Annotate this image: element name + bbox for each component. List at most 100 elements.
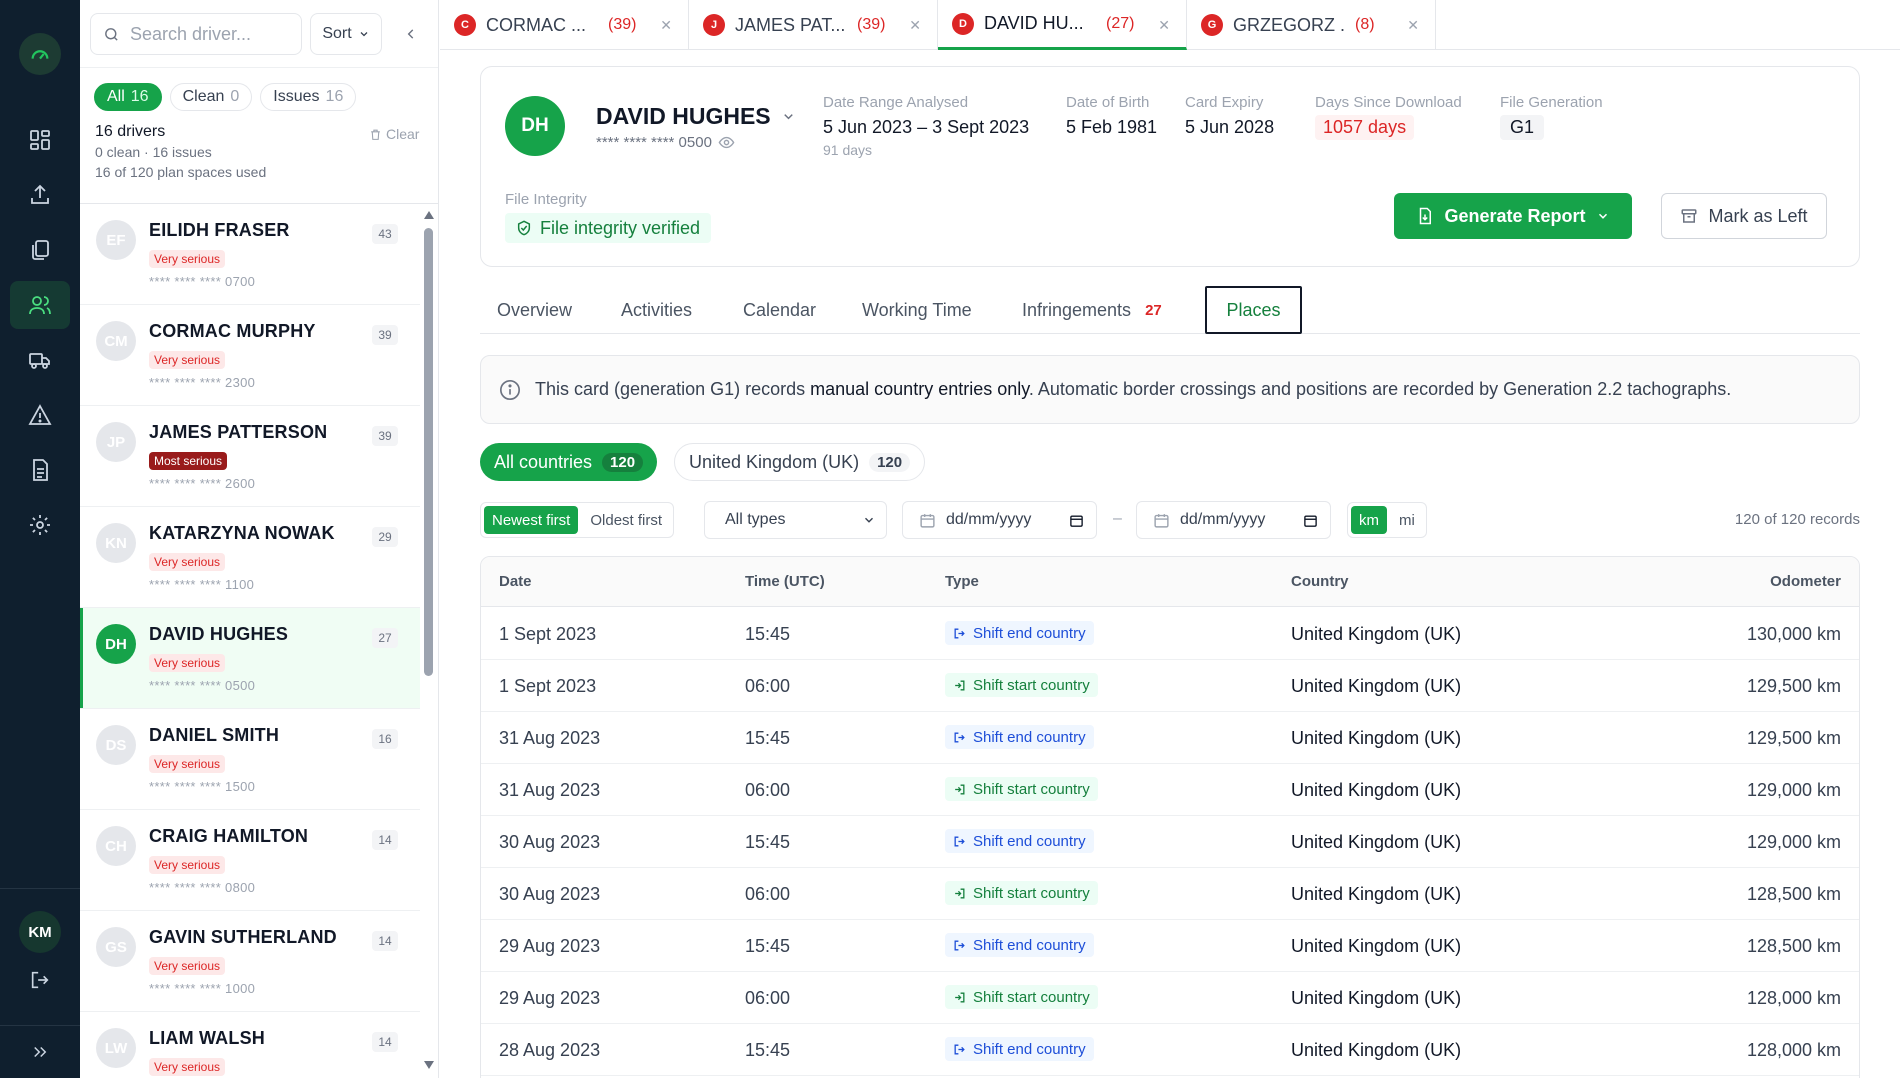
report-icon[interactable] (10, 446, 70, 494)
cell-odometer: 128,500 km (1746, 884, 1841, 904)
scroll-down-arrow[interactable] (422, 1060, 436, 1070)
tab-grzegorz[interactable]: G GRZEGORZ ... (8) ✕ (1187, 0, 1436, 50)
field-value: 5 Feb 1981 (1066, 117, 1158, 137)
logo-icon[interactable] (19, 33, 61, 75)
type-badge: Shift end country (945, 1037, 1094, 1061)
tab-calendar[interactable]: Calendar (743, 286, 816, 334)
cell-date: 29 Aug 2023 (499, 936, 601, 956)
cell-date: 29 Aug 2023 (499, 988, 601, 1008)
chevron-left-icon (407, 29, 414, 39)
tab-overview[interactable]: Overview (497, 286, 572, 334)
driver-row[interactable]: GS GAVIN SUTHERLAND Very serious **** **… (80, 911, 420, 1012)
field-label: Date of Birth (1066, 94, 1150, 111)
search-box[interactable] (90, 13, 302, 55)
card-number: **** **** **** 1100 (149, 577, 255, 592)
drivers-icon[interactable] (10, 281, 70, 329)
mark-as-left-button[interactable]: Mark as Left (1661, 193, 1827, 239)
close-icon[interactable]: ✕ (1158, 17, 1170, 34)
driver-row[interactable]: LW LIAM WALSH Very serious 14 (80, 1012, 420, 1078)
exit-icon (954, 628, 965, 638)
country-count: 120 (869, 452, 911, 472)
table-row[interactable]: 1 Sept 2023 06:00 Shift start country Unite… (481, 660, 1859, 712)
col-odometer[interactable]: Odometer (1770, 573, 1841, 590)
unit-km-option[interactable]: km (1351, 506, 1387, 534)
country-filter-all[interactable]: All countries 120 (480, 443, 658, 481)
table-row[interactable]: 31 Aug 2023 06:00 Shift start country Unite… (481, 764, 1859, 816)
sort-label: Sort (322, 25, 352, 42)
field-label: File Generation (1500, 94, 1603, 111)
tab-places[interactable]: Places (1205, 286, 1302, 334)
col-type[interactable]: Type (945, 573, 979, 590)
calendar-picker-icon[interactable] (1303, 513, 1318, 528)
table-row[interactable]: 1 Sept 2023 15:45 Shift end country United … (481, 608, 1859, 660)
driver-avatar: CH (96, 826, 136, 866)
date-from-input[interactable]: dd/mm/yyyy (902, 501, 1097, 539)
unit-mi-option[interactable]: mi (1391, 506, 1423, 534)
driver-row[interactable]: CH CRAIG HAMILTON Very serious **** ****… (80, 810, 420, 911)
field-value: 5 Jun 2028 (1185, 117, 1275, 137)
cell-country: United Kingdom (UK) (1291, 1040, 1462, 1060)
logout-icon[interactable] (10, 956, 70, 1004)
close-icon[interactable]: ✕ (660, 17, 672, 34)
col-date[interactable]: Date (499, 573, 532, 590)
info-banner: This card (generation G1) records manual… (480, 355, 1860, 424)
filter-all[interactable]: All 16 (94, 83, 162, 111)
files-icon[interactable] (10, 226, 70, 274)
col-country[interactable]: Country (1291, 573, 1349, 590)
settings-icon[interactable] (10, 501, 70, 549)
tab-name: JAMES PAT... (735, 14, 846, 35)
table-row[interactable]: 31 Aug 2023 15:45 Shift end country United … (481, 712, 1859, 764)
date-to-input[interactable]: dd/mm/yyyy (1136, 501, 1331, 539)
collapse-panel-button[interactable] (398, 20, 424, 48)
card-number: **** **** **** 2300 (149, 375, 256, 390)
driver-row-selected[interactable]: DH DAVID HUGHES Very serious **** **** *… (80, 608, 420, 709)
generate-report-button[interactable]: Generate Report (1394, 193, 1632, 239)
driver-row[interactable]: DS DANIEL SMITH Very serious **** **** *… (80, 709, 420, 810)
expand-rail-icon[interactable] (10, 1028, 70, 1076)
oldest-first-option[interactable]: Oldest first (582, 506, 670, 534)
driver-row[interactable]: JP JAMES PATTERSON Most serious **** ***… (80, 406, 420, 507)
summary-status: 0 clean · 16 issues (95, 144, 212, 160)
table-row[interactable]: 29 Aug 2023 15:45 Shift end country United … (481, 920, 1859, 972)
driver-summary: 16 drivers 0 clean · 16 issues 16 of 120… (95, 122, 266, 182)
sort-button[interactable]: Sort (310, 13, 382, 55)
table-row[interactable]: 28 Aug 2023 15:45 Shift end country United … (481, 1024, 1859, 1076)
driver-name-dropdown[interactable]: DAVID HUGHES (596, 103, 796, 130)
close-icon[interactable]: ✕ (1407, 17, 1419, 34)
driver-row[interactable]: EF EILIDH FRASER Very serious **** **** … (80, 204, 420, 305)
close-icon[interactable]: ✕ (909, 17, 921, 34)
tab-infringements[interactable]: Infringements 27 (1022, 286, 1162, 334)
tab-label: Activities (621, 299, 693, 320)
table-row[interactable]: 30 Aug 2023 06:00 Shift start country Unite… (481, 868, 1859, 920)
tab-james[interactable]: J JAMES PAT... (39) ✕ (689, 0, 938, 50)
driver-row[interactable]: KN KATARZYNA NOWAK Very serious **** ***… (80, 507, 420, 608)
country-filter-uk[interactable]: United Kingdom (UK) 120 (674, 443, 926, 481)
scrollbar-thumb[interactable] (424, 228, 433, 676)
vehicles-icon[interactable] (10, 336, 70, 384)
driver-avatar: LW (96, 1028, 136, 1068)
calendar-picker-icon[interactable] (1069, 513, 1084, 528)
card-number: **** **** **** 0700 (149, 274, 256, 289)
col-time[interactable]: Time (UTC) (745, 573, 825, 590)
type-badge: Shift end country (945, 725, 1094, 749)
scroll-up-arrow[interactable] (422, 210, 436, 220)
clear-button[interactable]: Clear (369, 126, 419, 142)
table-row[interactable]: 30 Aug 2023 15:45 Shift end country United … (481, 816, 1859, 868)
driver-row[interactable]: CM CORMAC MURPHY Very serious **** **** … (80, 305, 420, 406)
user-avatar[interactable]: KM (19, 911, 61, 953)
newest-first-option[interactable]: Newest first (484, 506, 579, 534)
alert-icon[interactable] (10, 391, 70, 439)
filter-clean[interactable]: Clean 0 (169, 83, 253, 111)
search-input[interactable] (130, 23, 280, 45)
dashboard-icon[interactable] (10, 116, 70, 164)
table-row[interactable]: 29 Aug 2023 06:00 Shift start country Unite… (481, 972, 1859, 1024)
filter-issues[interactable]: Issues 16 (260, 83, 357, 111)
tab-working-time[interactable]: Working Time (862, 286, 972, 334)
type-select[interactable]: All types (704, 501, 887, 539)
eye-icon[interactable] (718, 134, 735, 151)
tab-cormac[interactable]: C CORMAC ... (39) ✕ (440, 0, 689, 50)
upload-icon[interactable] (10, 171, 70, 219)
clear-label: Clear (386, 126, 420, 142)
tab-activities[interactable]: Activities (621, 286, 692, 334)
tab-david[interactable]: D DAVID HU... (27) ✕ (938, 0, 1187, 50)
